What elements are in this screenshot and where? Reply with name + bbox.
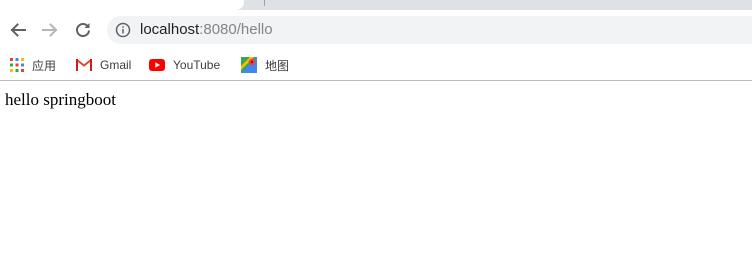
tab-strip	[0, 0, 752, 10]
bookmark-label: Gmail	[100, 58, 132, 72]
youtube-icon	[149, 59, 165, 71]
tab-separator	[264, 0, 265, 6]
apps-grid-icon	[10, 58, 24, 72]
browser-toolbar: localhost:8080/hello	[0, 10, 752, 50]
url-text[interactable]: localhost:8080/hello	[140, 21, 273, 39]
url-path: :8080/hello	[199, 21, 273, 38]
back-button[interactable]	[6, 18, 30, 42]
bookmarks-bar: 应用 Gmail YouTube 地图	[0, 50, 752, 81]
bookmark-label: YouTube	[173, 58, 221, 72]
bookmark-youtube[interactable]: YouTube	[149, 54, 220, 76]
address-bar[interactable]: localhost:8080/hello	[107, 16, 752, 44]
reload-button[interactable]	[71, 18, 95, 42]
bookmark-gmail[interactable]: Gmail	[76, 54, 131, 76]
active-tab[interactable]	[0, 0, 244, 10]
url-host: localhost	[140, 21, 200, 38]
back-arrow-icon	[10, 23, 26, 37]
page-body-text: hello springboot	[5, 90, 116, 109]
forward-button[interactable]	[38, 18, 62, 42]
bookmark-apps[interactable]: 应用	[10, 54, 56, 76]
reload-icon	[76, 23, 90, 37]
forward-arrow-icon	[42, 23, 58, 37]
bookmark-label: 地图	[265, 58, 290, 73]
maps-icon	[241, 57, 257, 73]
gmail-icon	[76, 59, 92, 71]
info-icon[interactable]	[115, 22, 131, 38]
bookmark-label: 应用	[32, 58, 57, 73]
bookmark-maps[interactable]: 地图	[241, 54, 289, 76]
